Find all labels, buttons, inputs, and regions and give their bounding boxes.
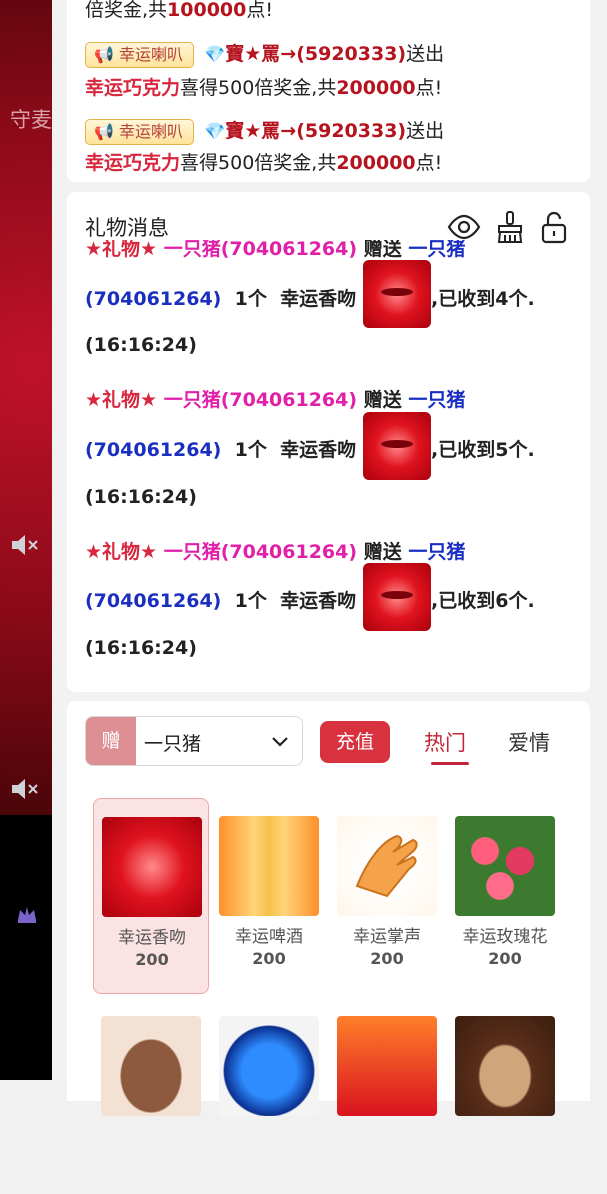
- background-title: 守麦: [10, 108, 52, 132]
- gift-item[interactable]: [329, 998, 445, 1194]
- gift-message-line: (704061264) 1个 幸运香吻: [85, 590, 357, 612]
- gift-price: 200: [252, 949, 286, 968]
- gift-item[interactable]: 幸运香吻 200: [93, 798, 209, 994]
- lucky-horn-badge: 📢 幸运喇叭: [85, 41, 195, 68]
- received-count: ,已收到6个.: [431, 590, 535, 612]
- gift-overlay-panel: 倍奖金,共100000点! 📢 幸运喇叭 💎寶★罵→(5920333)送出 幸运…: [52, 0, 607, 1116]
- gift-item[interactable]: [447, 998, 563, 1194]
- gift-name: 幸运玫瑰花: [462, 927, 548, 947]
- active-tab-indicator: [431, 762, 469, 765]
- lips-gift-icon: [363, 563, 431, 631]
- red-envelope-icon: [337, 1016, 437, 1116]
- gift-message-line: ★礼物★ 一只猪(704061264) 赠送 一只猪: [85, 541, 466, 563]
- beer-icon: [219, 816, 319, 916]
- crown-icon: [16, 904, 38, 929]
- lips-gift-icon: [363, 412, 431, 480]
- gift-messages-title: 礼物消息: [85, 216, 169, 240]
- received-count: ,已收到5个.: [431, 439, 535, 461]
- send-tag: 赠: [86, 717, 136, 765]
- received-count: ,已收到4个.: [431, 288, 535, 310]
- message-time: (16:16:24): [85, 637, 197, 659]
- gem-icon: 💎: [204, 45, 226, 65]
- gift-messages-card: 礼物消息 ★礼物★ 一只猪(704061264) 赠送 一只猪 (7040612…: [67, 192, 590, 692]
- gift-message-list[interactable]: ★礼物★ 一只猪(704061264) 赠送 一只猪 (704061264) 1…: [67, 240, 590, 680]
- broadcast-item: 📢 幸运喇叭 💎寶★罵→(5920333)送出: [85, 116, 444, 147]
- recipient-name: 一只猪: [144, 733, 202, 755]
- gift-message-line: ★礼物★ 一只猪(704061264) 赠送 一只猪: [85, 389, 466, 411]
- gift-panel-card: 赠 一只猪 充值 热门 爱情 幸运香吻 200 幸运啤酒 200 幸运掌声 20…: [67, 701, 590, 1116]
- broadcast-item: 📢 幸运喇叭 💎寶★罵→(5920333)送出: [85, 39, 444, 70]
- gift-item[interactable]: [93, 998, 209, 1194]
- gift-name: 幸运香吻: [118, 928, 186, 948]
- gift-item[interactable]: [211, 998, 327, 1194]
- broom-icon[interactable]: [493, 210, 527, 244]
- blue-rose-icon: [219, 1016, 319, 1116]
- chocolate-heart-icon: [101, 1016, 201, 1116]
- background-video-strip: 守麦: [0, 0, 52, 1080]
- gift-price: 200: [488, 949, 522, 968]
- rose-icon: [455, 816, 555, 916]
- coffee-icon: [455, 1016, 555, 1116]
- gift-price: 200: [370, 949, 404, 968]
- kiss-icon: [102, 817, 202, 917]
- lucky-horn-badge: 📢 幸运喇叭: [85, 118, 195, 145]
- mute-icon[interactable]: [10, 532, 40, 563]
- gift-message-line: (704061264) 1个 幸运香吻: [85, 439, 357, 461]
- chevron-down-icon: [270, 731, 290, 751]
- message-time: (16:16:24): [85, 334, 197, 356]
- mute-icon[interactable]: [10, 776, 40, 807]
- gift-message-line: ★礼物★ 一只猪(704061264) 赠送 一只猪: [85, 240, 466, 260]
- unlock-icon[interactable]: [537, 210, 571, 244]
- gift-message-line: (704061264) 1个 幸运香吻: [85, 288, 357, 310]
- gift-item[interactable]: 幸运啤酒 200: [211, 798, 327, 994]
- gem-icon: 💎: [204, 122, 226, 142]
- broadcast-item-line2: 幸运巧克力喜得500倍奖金,共200000点!: [85, 77, 443, 99]
- broadcast-line: 倍奖金,共100000点!: [85, 0, 273, 21]
- message-time: (16:16:24): [85, 486, 197, 508]
- broadcast-card: 倍奖金,共100000点! 📢 幸运喇叭 💎寶★罵→(5920333)送出 幸运…: [67, 0, 590, 182]
- tab-hot[interactable]: 热门: [424, 727, 466, 757]
- gift-item[interactable]: 幸运掌声 200: [329, 798, 445, 994]
- recharge-button[interactable]: 充值: [320, 721, 390, 763]
- clap-icon: [337, 816, 437, 916]
- gift-name: 幸运啤酒: [235, 927, 303, 947]
- broadcast-item-line2: 幸运巧克力喜得500倍奖金,共200000点!: [85, 152, 443, 174]
- tab-love[interactable]: 爱情: [508, 727, 550, 757]
- gift-item[interactable]: 幸运玫瑰花 200: [447, 798, 563, 994]
- lips-gift-icon: [363, 260, 431, 328]
- eye-icon[interactable]: [447, 210, 481, 244]
- recipient-select[interactable]: 赠 一只猪: [85, 716, 303, 766]
- gift-name: 幸运掌声: [353, 927, 421, 947]
- gift-price: 200: [135, 950, 169, 969]
